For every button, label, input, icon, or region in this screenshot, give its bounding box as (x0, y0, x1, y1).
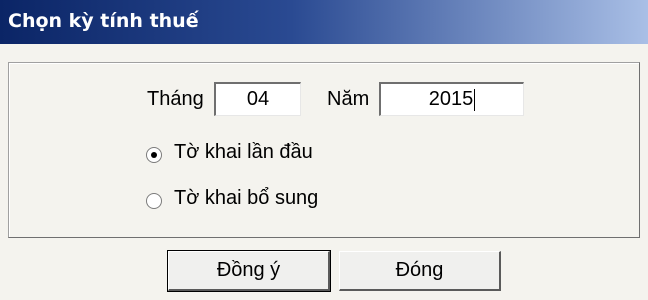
first-declaration-label[interactable]: Tờ khai lần đầu (174, 141, 313, 164)
title-bar[interactable]: Chọn kỳ tính thuế (0, 0, 648, 44)
supplementary-declaration-label[interactable]: Tờ khai bổ sung (174, 187, 318, 210)
text-caret (474, 88, 476, 111)
close-button[interactable]: Đóng (339, 251, 501, 291)
dialog-title: Chọn kỳ tính thuế (8, 10, 199, 32)
ok-button[interactable]: Đồng ý (167, 250, 331, 292)
month-label: Tháng (147, 88, 204, 110)
tax-period-dialog: Chọn kỳ tính thuế Tháng 04 Năm 2015 Tờ k… (0, 0, 648, 300)
period-groupbox (8, 62, 640, 238)
year-label: Năm (327, 88, 370, 110)
radio-supplementary-declaration[interactable] (146, 193, 162, 209)
radio-first-declaration[interactable] (146, 147, 162, 163)
year-input[interactable]: 2015 (379, 82, 524, 116)
month-input[interactable]: 04 (214, 82, 301, 116)
year-input-value: 2015 (428, 88, 474, 110)
radio-selected-dot (151, 152, 157, 158)
